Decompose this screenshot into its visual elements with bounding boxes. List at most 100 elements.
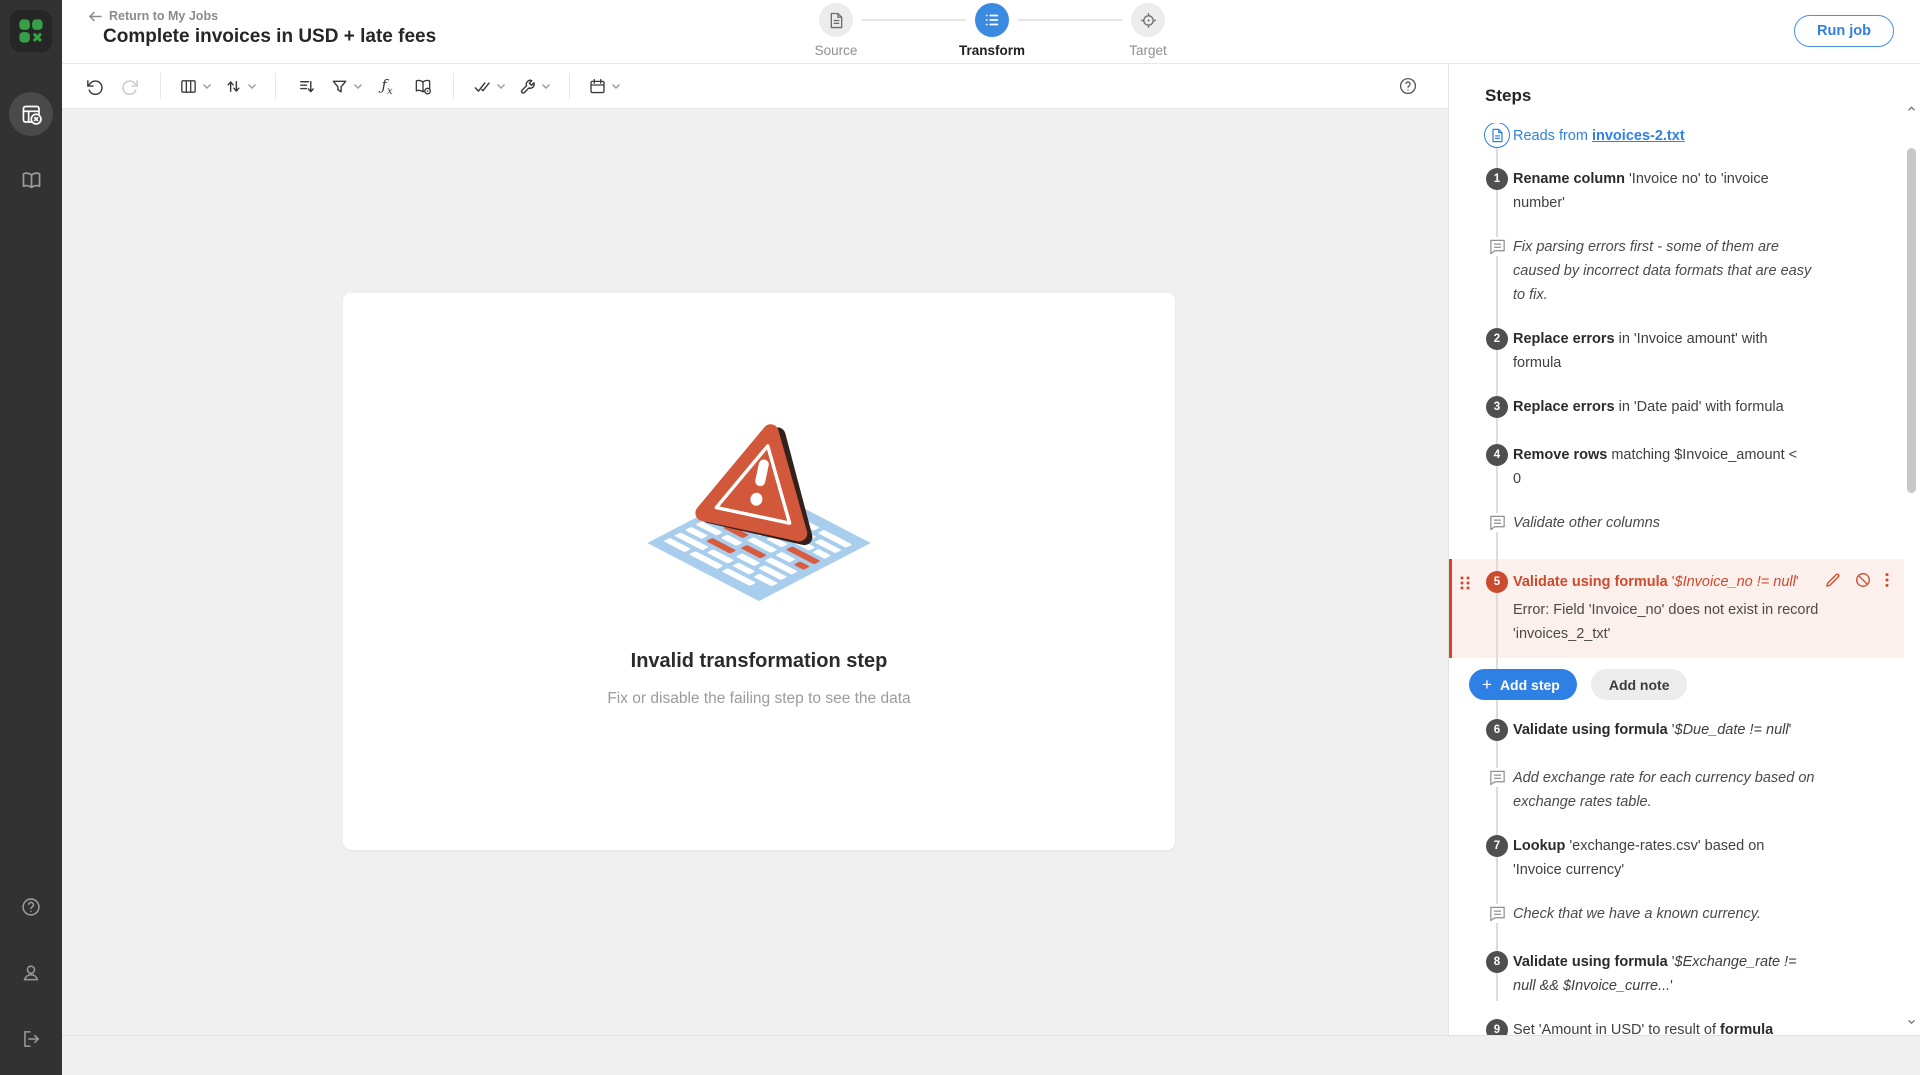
- clover-logo-icon: [16, 16, 46, 46]
- note-icon: [1488, 513, 1507, 532]
- warning-illustration: [609, 391, 909, 616]
- panel-scrollbar[interactable]: [1905, 104, 1918, 1027]
- toolbar: ƒx: [62, 64, 1448, 109]
- source-document-icon: [829, 12, 844, 29]
- stepper-source-label: Source: [815, 43, 858, 58]
- step-number-badge: 1: [1486, 168, 1508, 190]
- note-item[interactable]: Check that we have a known currency.: [1449, 902, 1904, 926]
- toolbar-divider: [453, 73, 454, 99]
- scrollbar-thumb[interactable]: [1907, 148, 1916, 493]
- chevron-down-icon: [202, 83, 212, 90]
- validate-checks-icon: [472, 77, 492, 96]
- main-column: Return to My Jobs Complete invoices in U…: [62, 0, 1920, 1075]
- sign-out-icon: [20, 1028, 42, 1050]
- stepper-target-label: Target: [1129, 43, 1167, 58]
- target-icon: [1140, 12, 1157, 29]
- steps-timeline: [1496, 137, 1498, 1001]
- columns-icon: [179, 77, 198, 96]
- invalid-step-card: Invalid transformation step Fix or disab…: [343, 293, 1175, 850]
- note-item[interactable]: Fix parsing errors first - some of them …: [1449, 235, 1904, 307]
- empty-state-title: Invalid transformation step: [631, 650, 888, 673]
- source-file-link[interactable]: invoices-2.txt: [1592, 128, 1685, 144]
- plus-icon: +: [1482, 676, 1492, 693]
- validate-button[interactable]: [468, 71, 510, 101]
- edit-icon[interactable]: [1824, 571, 1842, 597]
- step-item-9[interactable]: 9Set 'Amount in USD' to result of formul…: [1449, 1018, 1904, 1035]
- content-area: ƒx: [62, 64, 1920, 1035]
- add-note-button[interactable]: Add note: [1591, 669, 1688, 700]
- sidebar-help-button[interactable]: [9, 885, 53, 929]
- step-number-badge: 7: [1486, 835, 1508, 857]
- back-label: Return to My Jobs: [109, 9, 218, 23]
- sort-button[interactable]: [220, 71, 261, 101]
- sidebar-signout-button[interactable]: [9, 1017, 53, 1061]
- columns-button[interactable]: [175, 71, 216, 101]
- help-icon: [20, 896, 42, 918]
- error-message: Error: Field 'Invoice_no' does not exist…: [1513, 598, 1880, 646]
- note-icon: [1488, 768, 1507, 787]
- clover-logo[interactable]: [10, 10, 52, 52]
- toolbar-divider: [569, 73, 570, 99]
- redo-button[interactable]: [114, 71, 146, 101]
- toolbar-help-button[interactable]: [1392, 71, 1424, 101]
- undo-icon: [85, 77, 104, 96]
- main-area: ƒx: [62, 64, 1448, 1035]
- more-menu-icon[interactable]: [1884, 571, 1890, 597]
- transform-list-icon: [984, 12, 1000, 28]
- step-item-4[interactable]: 4Remove rows matching $Invoice_amount < …: [1449, 443, 1904, 491]
- formula-fx-icon: ƒx: [381, 76, 392, 97]
- data-canvas: Invalid transformation step Fix or disab…: [62, 109, 1448, 1035]
- lookup-button[interactable]: [407, 71, 439, 101]
- help-icon: [1398, 76, 1418, 96]
- add-step-button[interactable]: +Add step: [1469, 669, 1577, 700]
- formula-button[interactable]: ƒx: [371, 71, 403, 101]
- step-item-6[interactable]: 6Validate using formula '$Due_date != nu…: [1449, 718, 1904, 742]
- run-job-button[interactable]: Run job: [1794, 15, 1894, 47]
- source-step-row[interactable]: Reads from invoices-2.txt: [1449, 123, 1904, 149]
- arrow-left-icon: [88, 11, 102, 22]
- footer-strip: [62, 1035, 1920, 1075]
- step-item-1[interactable]: 1Rename column 'Invoice no' to 'invoice …: [1449, 167, 1904, 215]
- note-item[interactable]: Add exchange rate for each currency base…: [1449, 766, 1904, 814]
- redo-icon: [121, 77, 140, 96]
- step-item-8[interactable]: 8Validate using formula '$Exchange_rate …: [1449, 950, 1904, 998]
- header: Return to My Jobs Complete invoices in U…: [62, 0, 1920, 64]
- empty-state-subtitle: Fix or disable the failing step to see t…: [607, 690, 910, 708]
- stepper-connector: [862, 19, 966, 21]
- stepper-transform[interactable]: Transform: [952, 3, 1032, 58]
- undo-button[interactable]: [78, 71, 110, 101]
- sidebar-account-button[interactable]: [9, 951, 53, 995]
- back-to-jobs-link[interactable]: Return to My Jobs: [88, 9, 218, 23]
- scroll-up-arrow[interactable]: [1906, 104, 1917, 114]
- stepper: Source Transform: [796, 3, 1188, 58]
- note-item[interactable]: Validate other columns: [1449, 511, 1904, 535]
- sidebar-nav: [9, 92, 53, 202]
- step-item-2[interactable]: 2Replace errors in 'Invoice amount' with…: [1449, 327, 1904, 375]
- chevron-down-icon: [496, 83, 506, 90]
- step-item-7[interactable]: 7Lookup 'exchange-rates.csv' based on 'I…: [1449, 834, 1904, 882]
- page-title: Complete invoices in USD + late fees: [103, 26, 436, 48]
- error-step-actions: [1824, 571, 1890, 597]
- sidebar-bottom: [9, 885, 53, 1061]
- toolbar-divider: [160, 73, 161, 99]
- tools-button[interactable]: [514, 71, 555, 101]
- steps-panel: Steps Reads from invoices-2.txt1Rename c…: [1448, 64, 1920, 1035]
- filter-icon: [330, 77, 349, 96]
- stepper-target[interactable]: Target: [1108, 3, 1188, 58]
- sidebar-item-jobs[interactable]: [9, 92, 53, 136]
- drag-handle-icon[interactable]: [1459, 575, 1471, 599]
- note-icon: [1488, 904, 1507, 923]
- error-step-item-5[interactable]: 5Validate using formula '$Invoice_no != …: [1449, 559, 1904, 658]
- top-rows-button[interactable]: [290, 71, 322, 101]
- date-button[interactable]: [584, 71, 625, 101]
- step-number-badge: 6: [1486, 719, 1508, 741]
- sidebar-item-library[interactable]: [9, 158, 53, 202]
- scroll-down-arrow[interactable]: [1906, 1017, 1917, 1027]
- filter-button[interactable]: [326, 71, 367, 101]
- disable-icon[interactable]: [1854, 571, 1872, 597]
- step-item-3[interactable]: 3Replace errors in 'Date paid' with form…: [1449, 395, 1904, 419]
- date-calendar-icon: [588, 77, 607, 96]
- chevron-down-icon: [611, 83, 621, 90]
- lookup-book-icon: [413, 77, 433, 96]
- stepper-source[interactable]: Source: [796, 3, 876, 58]
